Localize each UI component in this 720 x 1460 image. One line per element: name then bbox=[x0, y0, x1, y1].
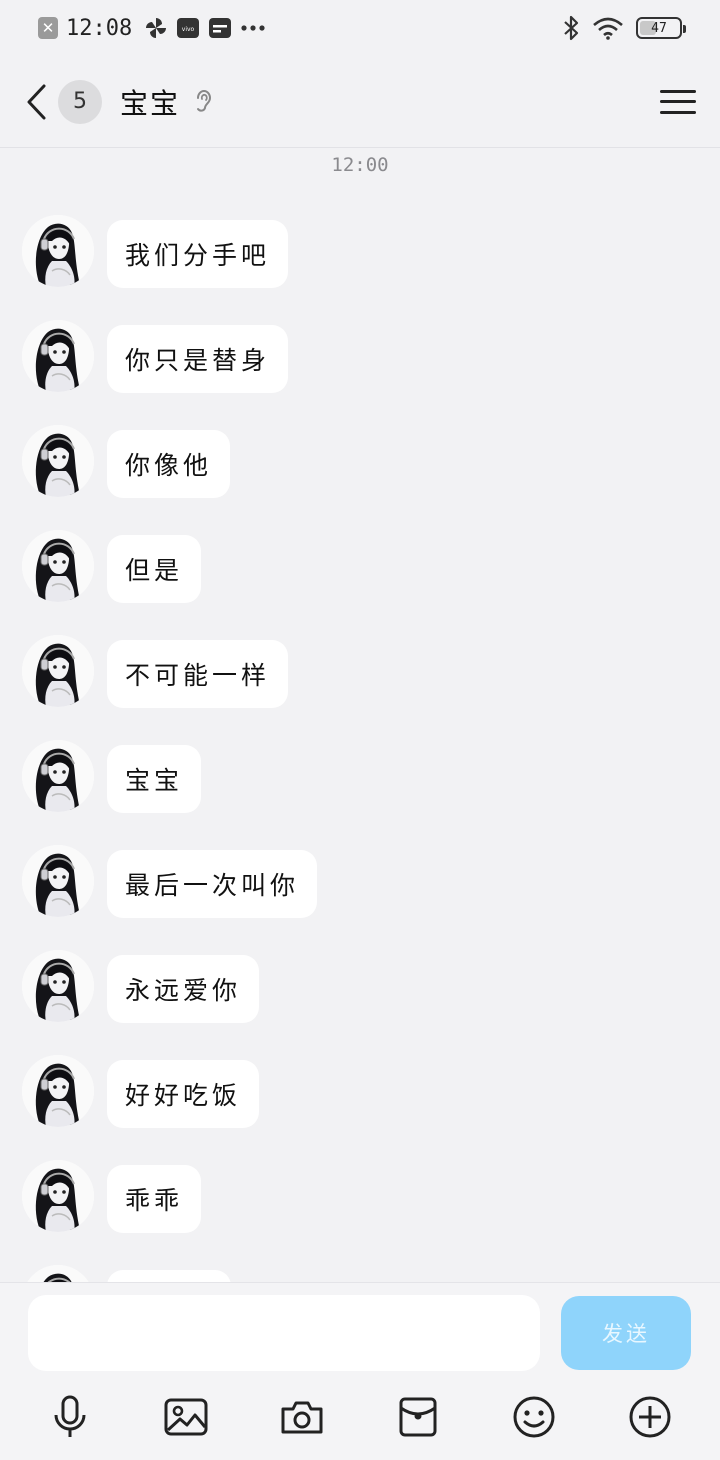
close-notification-icon: ✕ bbox=[38, 17, 58, 39]
avatar[interactable] bbox=[22, 950, 94, 1022]
emoji-icon[interactable] bbox=[510, 1393, 558, 1441]
menu-line bbox=[660, 100, 696, 103]
menu-line bbox=[660, 110, 696, 114]
menu-button[interactable] bbox=[660, 86, 696, 118]
svg-text:vivo: vivo bbox=[182, 26, 195, 33]
message-bubble[interactable]: 永远爱你 bbox=[107, 955, 260, 1023]
status-time: 12:08 bbox=[66, 15, 133, 41]
avatar[interactable] bbox=[22, 530, 94, 602]
avatar[interactable] bbox=[22, 635, 94, 707]
message-bubble[interactable]: 好好吃饭 bbox=[107, 1060, 260, 1128]
avatar[interactable] bbox=[22, 215, 94, 287]
message-row bbox=[22, 1265, 231, 1282]
message-row: 我们分手吧 bbox=[22, 215, 289, 288]
composer-area: 发送 bbox=[0, 1282, 720, 1460]
image-icon[interactable] bbox=[162, 1393, 210, 1441]
wifi-icon bbox=[592, 16, 624, 40]
message-row: 好好吃饭 bbox=[22, 1055, 260, 1128]
avatar[interactable] bbox=[22, 425, 94, 497]
message-list[interactable]: 我们分手吧 你只是替身 你像他 但是 不可能一样 宝宝 最后一次叫你 永远爱你 … bbox=[0, 215, 720, 1282]
microphone-icon[interactable] bbox=[46, 1393, 94, 1441]
message-bubble[interactable]: 宝宝 bbox=[107, 745, 202, 813]
message-bubble[interactable]: 乖乖 bbox=[107, 1165, 202, 1233]
more-dots-icon bbox=[240, 24, 266, 32]
message-row: 不可能一样 bbox=[22, 635, 289, 708]
back-button[interactable] bbox=[24, 82, 52, 122]
plus-icon[interactable] bbox=[626, 1393, 674, 1441]
message-bubble[interactable] bbox=[107, 1270, 231, 1282]
message-row: 乖乖 bbox=[22, 1160, 202, 1233]
avatar[interactable] bbox=[22, 320, 94, 392]
message-timestamp: 12:00 bbox=[331, 154, 389, 176]
battery-icon: 47 bbox=[636, 17, 686, 39]
message-bubble[interactable]: 但是 bbox=[107, 535, 202, 603]
message-row: 你只是替身 bbox=[22, 320, 289, 393]
avatar[interactable] bbox=[22, 740, 94, 812]
avatar[interactable] bbox=[22, 1265, 94, 1282]
chat-header: 5 宝宝 bbox=[0, 56, 720, 148]
unread-count-badge[interactable]: 5 bbox=[58, 79, 102, 124]
message-input[interactable] bbox=[28, 1295, 540, 1371]
send-button[interactable]: 发送 bbox=[561, 1296, 691, 1370]
chevron-left-icon bbox=[27, 84, 46, 119]
battery-level: 47 bbox=[651, 20, 667, 36]
message-bubble[interactable]: 我们分手吧 bbox=[107, 220, 289, 288]
message-row: 宝宝 bbox=[22, 740, 202, 813]
composer-toolbar bbox=[0, 1387, 720, 1447]
vivo-icon: vivo bbox=[176, 17, 200, 39]
wallet-icon bbox=[208, 17, 232, 39]
avatar[interactable] bbox=[22, 1055, 94, 1127]
message-row: 你像他 bbox=[22, 425, 231, 498]
message-bubble[interactable]: 你只是替身 bbox=[107, 325, 289, 393]
message-row: 永远爱你 bbox=[22, 950, 260, 1023]
ear-icon bbox=[194, 88, 214, 116]
camera-icon[interactable] bbox=[278, 1393, 326, 1441]
pinwheel-icon bbox=[144, 16, 168, 40]
red-packet-icon[interactable] bbox=[394, 1393, 442, 1441]
avatar[interactable] bbox=[22, 1160, 94, 1232]
menu-line bbox=[660, 89, 696, 93]
message-bubble[interactable]: 不可能一样 bbox=[107, 640, 289, 708]
chat-title: 宝宝 bbox=[120, 86, 181, 120]
message-row: 最后一次叫你 bbox=[22, 845, 318, 918]
message-bubble[interactable]: 最后一次叫你 bbox=[107, 850, 318, 918]
bluetooth-icon bbox=[562, 15, 580, 41]
message-bubble[interactable]: 你像他 bbox=[107, 430, 231, 498]
status-bar: ✕ 12:08 vivo 47 bbox=[0, 0, 720, 56]
avatar[interactable] bbox=[22, 845, 94, 917]
message-row: 但是 bbox=[22, 530, 202, 603]
